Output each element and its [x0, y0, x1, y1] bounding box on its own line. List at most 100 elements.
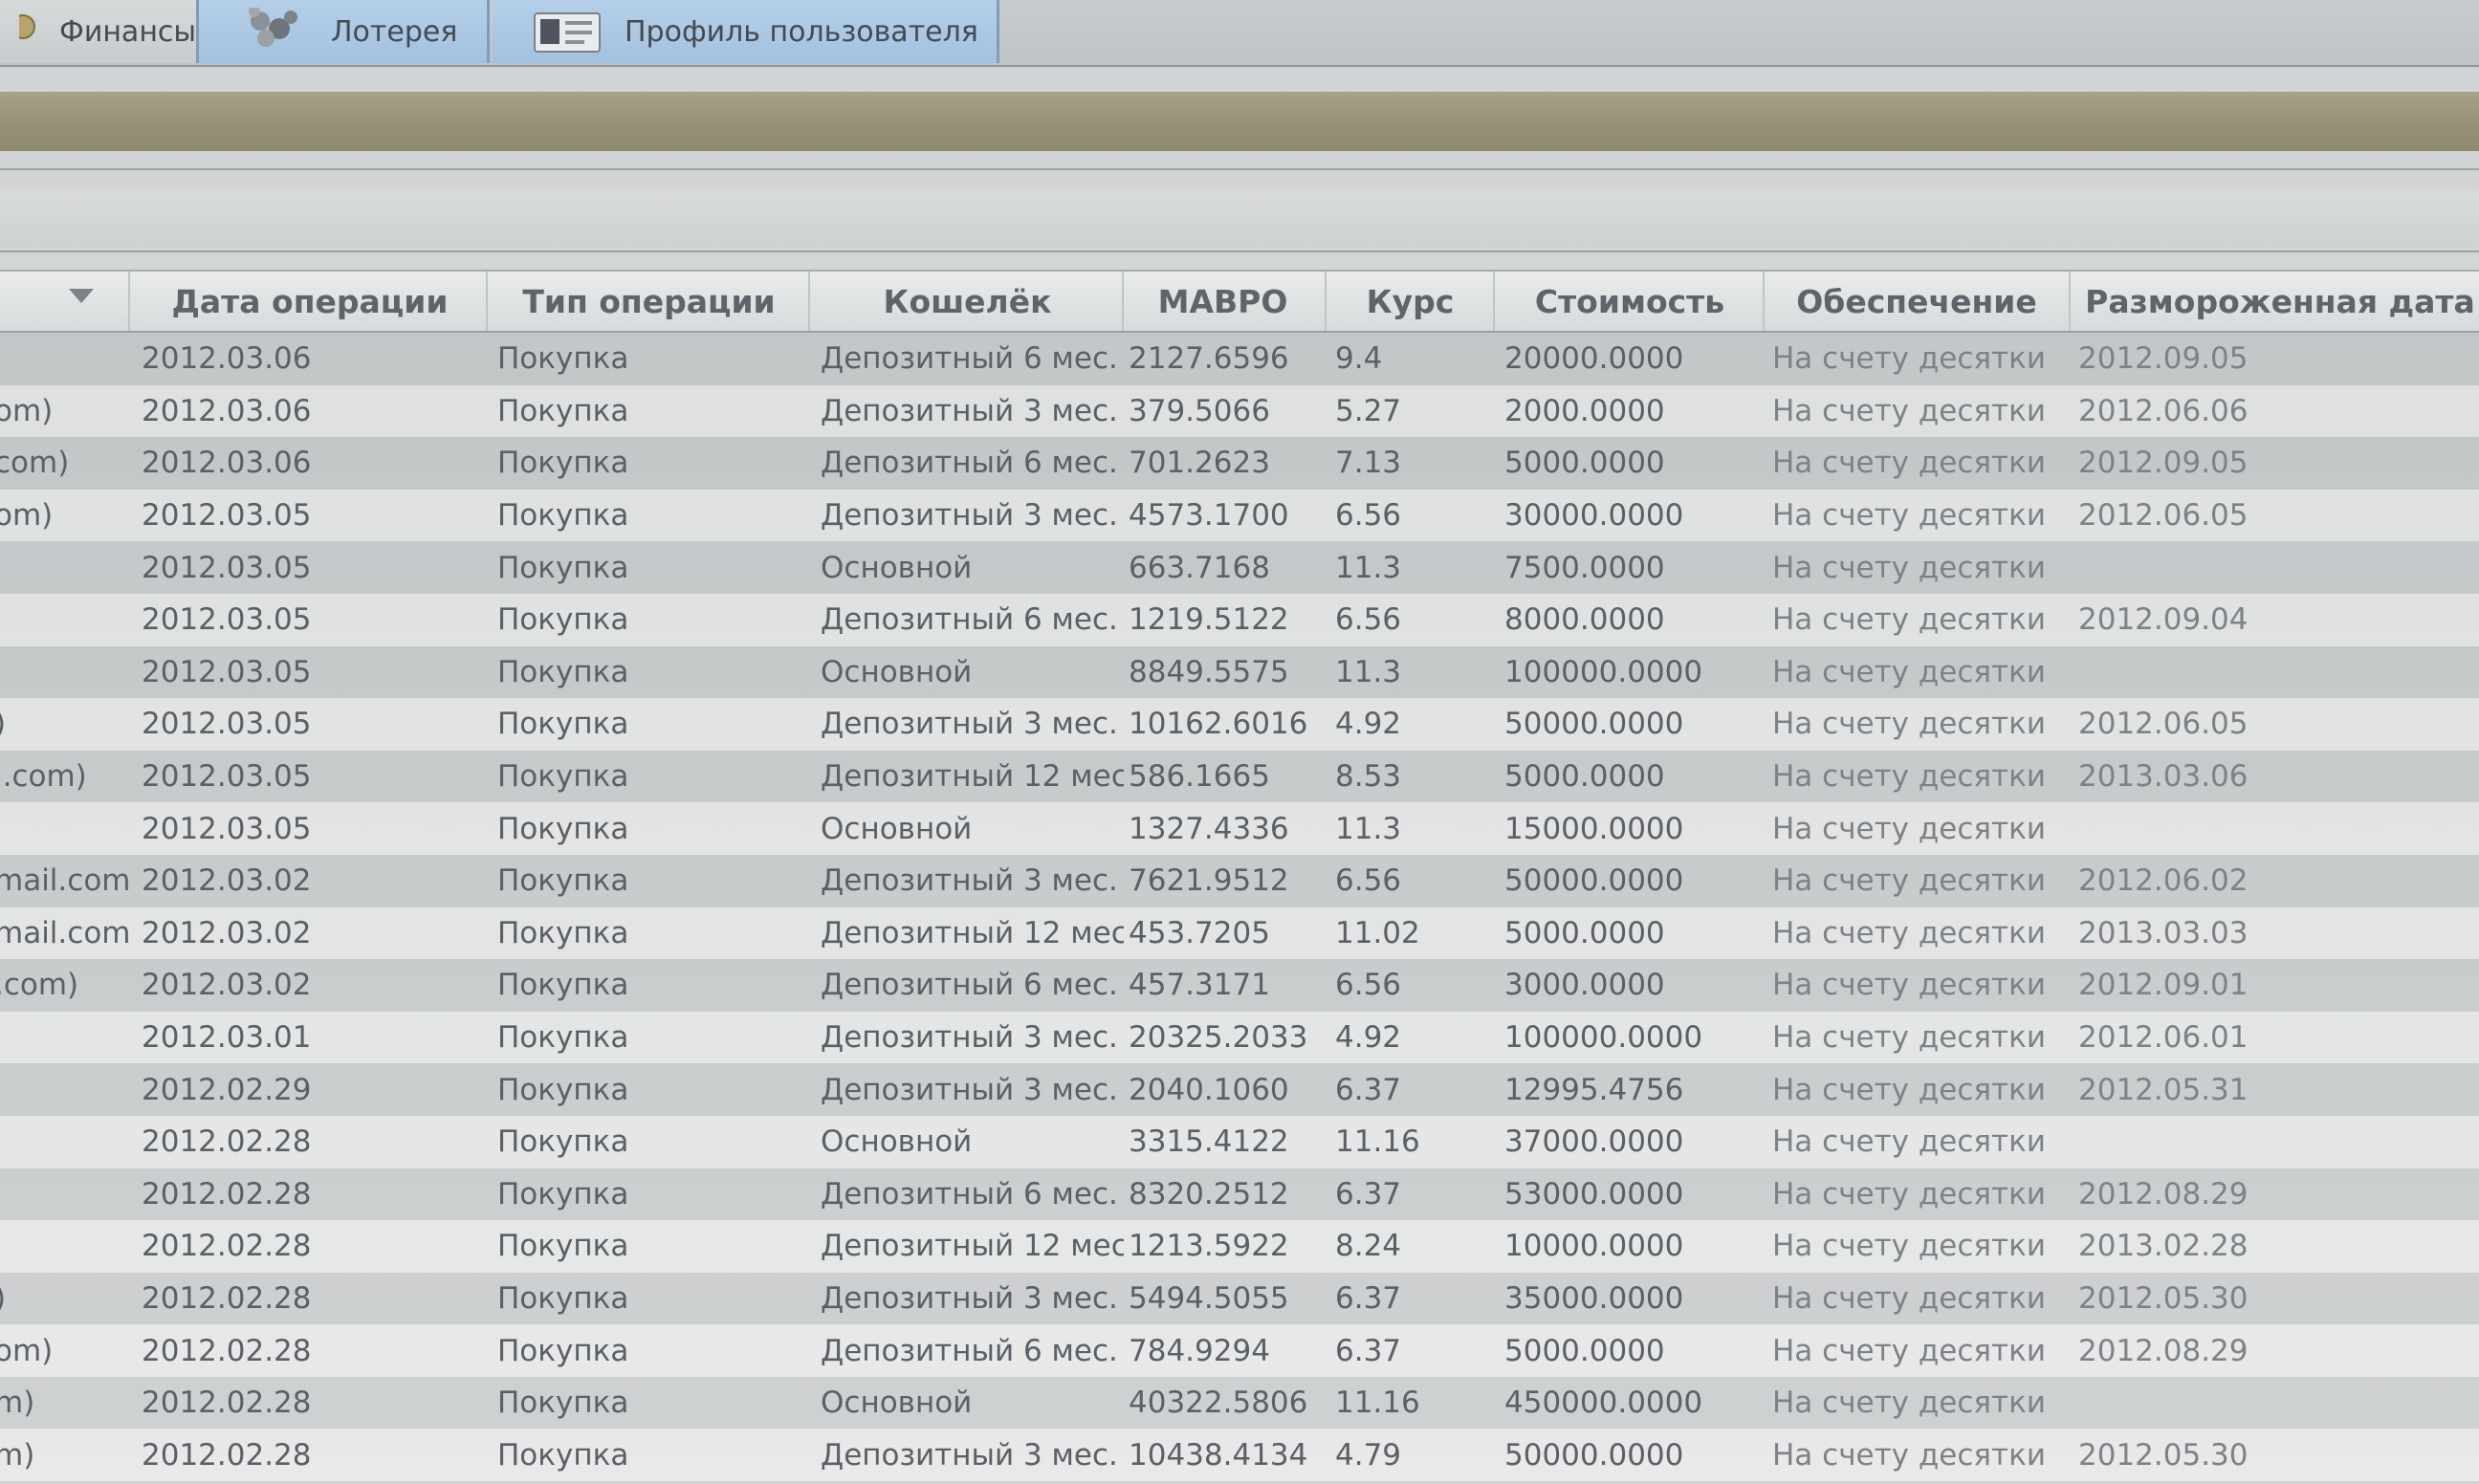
cell-wallet: Депозитный 6 мес. — [821, 602, 1118, 638]
cell-mavro: 784.9294 — [1129, 1333, 1270, 1368]
cell-type: Покупка — [497, 1333, 629, 1368]
cell-unfrozen-date: 2012.08.29 — [2078, 1176, 2249, 1211]
cell-security: На счету десятки — [1772, 811, 2046, 846]
table-row[interactable]: 2012.03.06 Покупка Депозитный 6 мес. 2127.6… — [0, 333, 2479, 385]
cell-date: 2012.03.06 — [142, 446, 312, 481]
cell-cost: 5000.0000 — [1504, 1333, 1665, 1368]
cell-security: На счету десятки — [1772, 446, 2046, 481]
profile-card-icon — [531, 8, 603, 55]
cell-unfrozen-date — [2071, 646, 2479, 699]
cell-type: Покупка — [497, 759, 629, 795]
cell-date: 2012.03.02 — [142, 915, 312, 950]
cell-unfrozen-date: 2012.06.05 — [2078, 707, 2249, 742]
cell-wallet: Депозитный 6 мес. — [821, 1333, 1118, 1368]
cell-user: om) — [0, 1333, 54, 1368]
column-header-wallet[interactable]: Кошелёк — [813, 272, 1124, 331]
cell-wallet: Депозитный 3 мес. — [821, 863, 1118, 899]
cell-security: На счету десятки — [1772, 1437, 2046, 1473]
tab-finance[interactable]: Финансы — [0, 0, 196, 63]
cell-wallet: Основной — [821, 1386, 973, 1421]
cell-unfrozen-date: 2012.06.01 — [2078, 1020, 2249, 1056]
column-header-rate[interactable]: Курс — [1327, 272, 1495, 331]
table-row[interactable]: om) 2012.02.28 Покупка Депозитный 6 мес. 784… — [0, 1324, 2479, 1377]
table-row[interactable]: om) 2012.03.06 Покупка Депозитный 3 мес. 379… — [0, 384, 2479, 438]
cell-date: 2012.03.01 — [142, 1020, 312, 1056]
cell-type: Покупка — [497, 1124, 629, 1160]
operations-table: Дата операции Тип операции Кошелёк МАВРО… — [0, 270, 2479, 1484]
cell-wallet: Депозитный 6 мес. — [821, 446, 1118, 481]
cell-unfrozen-date — [2071, 1377, 2479, 1429]
cell-security: На счету десятки — [1772, 550, 2046, 585]
table-row[interactable]: 2012.03.05 Покупка Основной 1327.4336 11.3 15… — [0, 802, 2479, 855]
cell-user — [0, 541, 130, 594]
cell-mavro: 586.1665 — [1129, 759, 1270, 795]
column-header-unfrozen-date[interactable]: Размороженная дата — [2071, 272, 2479, 331]
table-row[interactable]: 2012.02.29 Покупка Депозитный 3 мес. 2040.1… — [0, 1063, 2479, 1116]
cell-rate: 6.37 — [1335, 1176, 1402, 1211]
tab-user-profile[interactable]: Профиль пользователя — [493, 0, 999, 63]
cell-type: Покупка — [497, 863, 629, 899]
cell-cost: 5000.0000 — [1504, 446, 1665, 481]
column-header-security[interactable]: Обеспечение — [1765, 272, 2071, 331]
cell-date: 2012.02.28 — [142, 1333, 312, 1368]
cell-rate: 11.3 — [1335, 654, 1402, 689]
cell-mavro: 10438.4134 — [1129, 1437, 1308, 1473]
cell-rate: 8.53 — [1335, 759, 1402, 795]
cell-user — [0, 646, 130, 699]
cell-type: Покупка — [497, 707, 629, 742]
cell-cost: 12995.4756 — [1504, 1072, 1684, 1107]
cell-type: Покупка — [497, 1020, 629, 1056]
table-row[interactable]: mail.com) 2012.03.02 Покупка Депозитный 12 … — [0, 906, 2479, 960]
cell-date: 2012.03.06 — [142, 393, 312, 428]
cell-unfrozen-date — [2071, 802, 2479, 855]
table-row[interactable]: om) 2012.03.05 Покупка Депозитный 3 мес. 457… — [0, 489, 2479, 542]
cell-type: Покупка — [497, 602, 629, 638]
cell-security: На счету десятки — [1772, 1280, 2046, 1316]
table-row[interactable]: com) 2012.03.06 Покупка Депозитный 6 мес. 70… — [0, 437, 2479, 490]
table-row[interactable]: ) 2012.02.28 Покупка Депозитный 3 мес. 5494.… — [0, 1272, 2479, 1325]
cell-type: Покупка — [497, 498, 629, 534]
table-row[interactable]: 2012.02.28 Покупка Депозитный 12 мес. 1213.… — [0, 1220, 2479, 1273]
cell-cost: 450000.0000 — [1504, 1386, 1703, 1421]
sort-desc-icon[interactable] — [69, 289, 94, 303]
table-row[interactable]: 2012.02.28 Покупка Основной 3315.4122 11.16 3… — [0, 1115, 2479, 1168]
table-row[interactable]: l.com) 2012.03.05 Покупка Депозитный 12 мес… — [0, 750, 2479, 803]
column-header-user[interactable] — [0, 272, 130, 331]
cell-wallet: Основной — [821, 1124, 973, 1160]
table-row[interactable]: 2012.02.28 Покупка Депозитный 6 мес. 8320.2… — [0, 1168, 2479, 1221]
cell-date: 2012.02.28 — [142, 1176, 312, 1211]
cell-unfrozen-date: 2012.09.04 — [2078, 602, 2249, 638]
table-row[interactable]: 2012.03.05 Покупка Основной 663.7168 11.3 750… — [0, 541, 2479, 594]
cell-security: На счету десятки — [1772, 1020, 2046, 1056]
table-row[interactable]: ) 2012.03.05 Покупка Депозитный 3 мес. 10162… — [0, 698, 2479, 751]
cell-user: m) — [0, 1386, 35, 1421]
table-row[interactable]: .com) 2012.03.02 Покупка Депозитный 6 мес. 4… — [0, 959, 2479, 1012]
cell-cost: 100000.0000 — [1504, 1020, 1703, 1056]
cell-user: .com) — [0, 968, 79, 1003]
cell-mavro: 5494.5055 — [1129, 1280, 1289, 1316]
table-row[interactable]: mail.com) 2012.03.02 Покупка Депозитный 3 м… — [0, 854, 2479, 907]
table-row[interactable]: 2012.03.05 Покупка Депозитный 6 мес. 1219.5… — [0, 593, 2479, 646]
cell-user — [0, 1220, 130, 1273]
cell-rate: 6.37 — [1335, 1072, 1402, 1107]
table-row[interactable]: m) 2012.02.28 Покупка Депозитный 3 мес. 1043… — [0, 1429, 2479, 1482]
column-header-date[interactable]: Дата операции — [134, 272, 488, 331]
lottery-icon — [237, 6, 310, 55]
cell-rate: 4.79 — [1335, 1437, 1402, 1473]
column-header-cost[interactable]: Стоимость — [1497, 272, 1765, 331]
cell-user — [0, 594, 130, 646]
cell-type: Покупка — [497, 1386, 629, 1421]
cell-mavro: 1219.5122 — [1129, 602, 1289, 638]
table-row[interactable]: 2012.03.05 Покупка Основной 8849.5575 11.3 10… — [0, 645, 2479, 699]
cell-wallet: Депозитный 3 мес. — [821, 707, 1118, 742]
table-row[interactable]: m) 2012.02.28 Покупка Основной 40322.5806 11.… — [0, 1376, 2479, 1429]
column-header-mavro[interactable]: МАВРО — [1121, 272, 1327, 331]
tab-lottery[interactable]: Лотерея — [196, 0, 490, 63]
cell-security: На счету десятки — [1772, 1176, 2046, 1211]
cell-unfrozen-date: 2012.05.30 — [2078, 1280, 2249, 1316]
cell-unfrozen-date: 2012.05.31 — [2078, 1072, 2249, 1107]
cell-rate: 6.56 — [1335, 968, 1402, 1003]
column-header-type[interactable]: Тип операции — [490, 272, 810, 331]
cell-cost: 5000.0000 — [1504, 759, 1665, 795]
table-row[interactable]: 2012.03.01 Покупка Депозитный 3 мес. 20325.… — [0, 1011, 2479, 1064]
